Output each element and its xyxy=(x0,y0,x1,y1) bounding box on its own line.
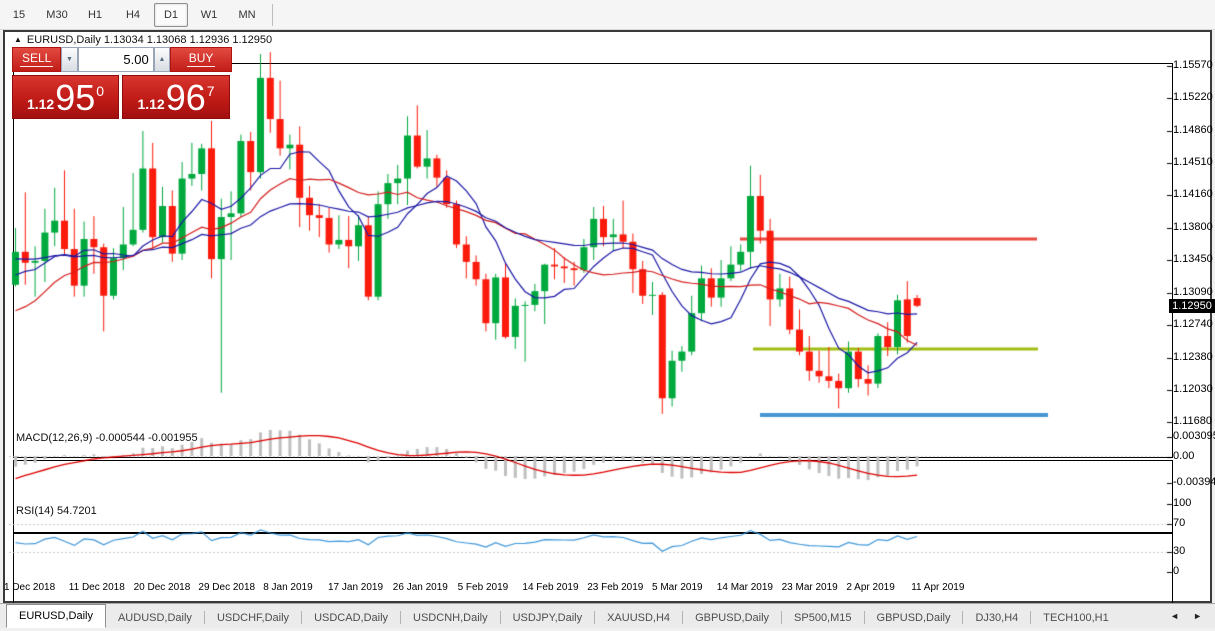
date-axis-label: 14 Feb 2019 xyxy=(522,582,578,593)
sell-price-main: 95 xyxy=(55,81,95,115)
date-axis-label: 29 Dec 2018 xyxy=(198,582,255,593)
main-chart-plot[interactable] xyxy=(13,63,1173,458)
timeframe-button-h4[interactable]: H4 xyxy=(116,3,150,27)
collapse-panel-icon[interactable]: ▲ xyxy=(14,35,22,44)
tab-gbpusd-daily[interactable]: GBPUSD,Daily xyxy=(865,607,963,628)
tab-scroll-arrows: ◄► xyxy=(1163,604,1215,628)
timeframe-button-mn[interactable]: MN xyxy=(230,3,264,27)
tab-tech100-h1[interactable]: TECH100,H1 xyxy=(1031,607,1120,628)
price-axis-label: 1.14860 xyxy=(1173,124,1213,136)
sell-price-panel[interactable]: 1.12 95 0 xyxy=(12,75,119,119)
price-axis-label: 1.12030 xyxy=(1173,383,1213,395)
price-axis-label: 1.14160 xyxy=(1173,188,1213,200)
rsi-axis-label: 30 xyxy=(1173,545,1185,557)
tab-usdjpy-daily[interactable]: USDJPY,Daily xyxy=(501,607,595,628)
date-axis-label: 5 Mar 2019 xyxy=(652,582,703,593)
macd-label: MACD(12,26,9) -0.000544 -0.001955 xyxy=(16,432,198,444)
tab-scroll-left-icon[interactable]: ◄ xyxy=(1163,611,1186,621)
toolbar-separator xyxy=(272,4,273,26)
tab-dj30-h4[interactable]: DJ30,H4 xyxy=(963,607,1030,628)
price-axis-label: 1.15570 xyxy=(1173,59,1213,71)
price-axis-label: 1.13450 xyxy=(1173,253,1213,265)
price-axis-label: 1.15220 xyxy=(1173,91,1213,103)
macd-plot[interactable] xyxy=(13,460,1173,533)
tab-usdcad-daily[interactable]: USDCAD,Daily xyxy=(302,607,400,628)
macd-axis-label: 0.003095 xyxy=(1173,430,1215,442)
price-axis-label: 1.11680 xyxy=(1173,415,1212,427)
spin-down-icon: ▼ xyxy=(66,56,73,63)
date-axis-label: 11 Dec 2018 xyxy=(69,582,125,593)
tab-gbpusd-daily[interactable]: GBPUSD,Daily xyxy=(683,607,781,628)
tab-xauusd-h4[interactable]: XAUUSD,H4 xyxy=(595,607,682,628)
rsi-axis-label: 0 xyxy=(1173,565,1179,577)
timeframe-button-w1[interactable]: W1 xyxy=(192,3,226,27)
date-axis-label: 1 Dec 2018 xyxy=(4,582,55,593)
timeframe-button-15[interactable]: 15 xyxy=(2,3,36,27)
rsi-axis-label: 70 xyxy=(1173,517,1185,529)
chart-title: ▲ EURUSD,Daily 1.13034 1.13068 1.12936 1.… xyxy=(14,34,272,46)
buy-price-pip: 7 xyxy=(207,83,215,99)
price-axis-label: 1.12740 xyxy=(1173,318,1213,330)
price-axis-label: 1.13090 xyxy=(1173,286,1213,298)
macd-axis-label: 0.00 xyxy=(1173,450,1194,462)
chart-tab-bar: EURUSD,DailyAUDUSD,DailyUSDCHF,DailyUSDC… xyxy=(0,603,1215,628)
date-axis-label: 2 Apr 2019 xyxy=(846,582,894,593)
date-axis-label: 26 Jan 2019 xyxy=(393,582,448,593)
rsi-plot[interactable] xyxy=(13,533,1173,607)
volume-decrease-button[interactable]: ▼ xyxy=(61,47,77,72)
buy-price-panel[interactable]: 1.12 96 7 xyxy=(122,75,230,119)
timeframe-button-d1[interactable]: D1 xyxy=(154,3,188,27)
price-axis-label: 1.12380 xyxy=(1173,351,1213,363)
date-axis-label: 11 Apr 2019 xyxy=(911,582,964,593)
tab-scroll-right-icon[interactable]: ► xyxy=(1186,611,1209,621)
date-axis-label: 17 Jan 2019 xyxy=(328,582,383,593)
tab-usdcnh-daily[interactable]: USDCNH,Daily xyxy=(401,607,500,628)
tab-audusd-daily[interactable]: AUDUSD,Daily xyxy=(106,607,204,628)
current-price-tag: 1.12950 xyxy=(1169,299,1215,313)
buy-button[interactable]: BUY xyxy=(170,47,232,72)
tab-usdchf-daily[interactable]: USDCHF,Daily xyxy=(205,607,301,628)
sell-price-pip: 0 xyxy=(96,83,104,99)
sell-button[interactable]: SELL xyxy=(12,47,61,72)
timeframe-button-m30[interactable]: M30 xyxy=(40,3,74,27)
date-axis-label: 5 Feb 2019 xyxy=(458,582,509,593)
tab-eurusd-daily[interactable]: EURUSD,Daily xyxy=(6,604,106,628)
rsi-axis-label: 100 xyxy=(1173,497,1191,509)
macd-axis-label: -0.003947 xyxy=(1173,476,1215,488)
spin-up-icon: ▲ xyxy=(159,56,166,63)
sell-price-prefix: 1.12 xyxy=(27,96,54,112)
date-axis-label: 14 Mar 2019 xyxy=(717,582,773,593)
rsi-label: RSI(14) 54.7201 xyxy=(16,505,97,517)
date-axis-label: 20 Dec 2018 xyxy=(134,582,191,593)
buy-price-prefix: 1.12 xyxy=(137,96,164,112)
chart-title-text: EURUSD,Daily 1.13034 1.13068 1.12936 1.1… xyxy=(27,34,272,46)
timeframe-toolbar: 15M30H1H4D1W1MN xyxy=(0,0,1215,30)
date-axis-label: 23 Feb 2019 xyxy=(587,582,643,593)
date-axis-label: 23 Mar 2019 xyxy=(782,582,838,593)
buy-price-main: 96 xyxy=(166,81,206,115)
timeframe-button-h1[interactable]: H1 xyxy=(78,3,112,27)
volume-increase-button[interactable]: ▲ xyxy=(154,47,170,72)
one-click-trading-widget: SELL ▼ ▲ BUY 1.12 95 0 1.12 96 7 xyxy=(12,47,232,119)
price-axis-label: 1.14510 xyxy=(1173,156,1213,168)
volume-input[interactable] xyxy=(78,47,154,72)
price-axis-label: 1.13800 xyxy=(1173,221,1213,233)
tab-sp500-m15[interactable]: SP500,M15 xyxy=(782,607,863,628)
date-axis-label: 8 Jan 2019 xyxy=(263,582,313,593)
